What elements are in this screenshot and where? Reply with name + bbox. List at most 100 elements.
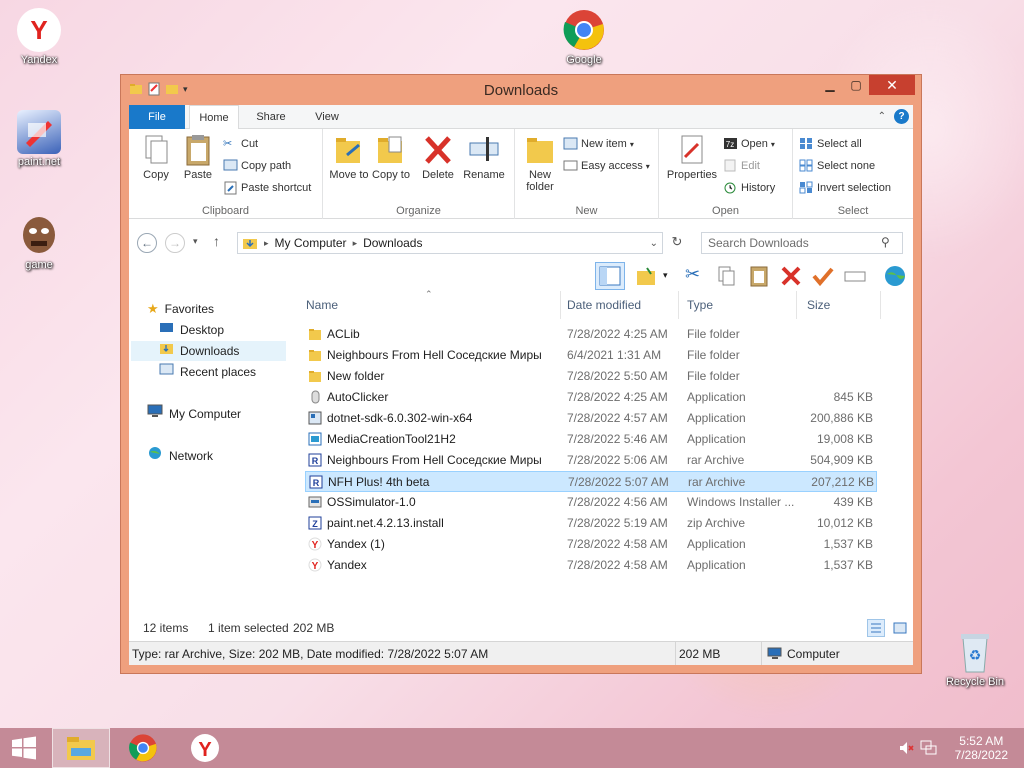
nav-recent-places[interactable]: Recent places xyxy=(159,362,256,382)
copy-path-button[interactable]: Copy path xyxy=(223,159,291,173)
file-row[interactable]: dotnet-sdk-6.0.302-win-x64 7/28/2022 4:57… xyxy=(305,408,877,429)
breadcrumb-my-computer[interactable]: My Computer xyxy=(275,236,347,250)
file-row[interactable]: Zpaint.net.4.2.13.install 7/28/2022 5:19 … xyxy=(305,513,877,534)
tab-file[interactable]: File xyxy=(129,105,185,129)
invert-selection-button[interactable]: Invert selection xyxy=(799,181,891,195)
rename-button[interactable]: Rename xyxy=(461,133,507,181)
chevron-up-icon[interactable]: ⌃ xyxy=(878,111,886,122)
taskbar-explorer[interactable] xyxy=(52,728,110,768)
file-row[interactable]: R NFH Plus! 4th beta 7/28/2022 5:07 AM rar … xyxy=(305,471,877,492)
taskbar-yandex[interactable]: Y xyxy=(176,728,234,768)
clock[interactable]: 5:52 AM 7/28/2022 xyxy=(955,734,1008,762)
selection-details: Type: rar Archive, Size: 202 MB, Date mo… xyxy=(132,647,489,661)
properties-button[interactable]: Properties xyxy=(663,133,721,181)
paste-tool-button[interactable] xyxy=(747,264,771,288)
paste-shortcut-button[interactable]: Paste shortcut xyxy=(223,181,311,195)
forward-button[interactable]: → xyxy=(165,233,185,253)
history-button[interactable]: History xyxy=(723,181,775,195)
file-row[interactable]: Neighbours From Hell Соседские Миры 6/4/2… xyxy=(305,345,877,366)
select-all-button[interactable]: Select all xyxy=(799,137,862,151)
search-input[interactable]: Search Downloads xyxy=(701,232,903,254)
network-tray-icon[interactable] xyxy=(920,740,938,759)
nav-network[interactable]: Network xyxy=(147,446,213,466)
delete-label: Delete xyxy=(422,169,454,181)
delete-tool-button[interactable] xyxy=(779,264,803,288)
address-bar[interactable]: ▸ My Computer ▸ Downloads ⌄ xyxy=(237,232,663,254)
history-label: History xyxy=(741,182,776,194)
tab-share[interactable]: Share xyxy=(249,105,293,129)
rename-tool-button[interactable] xyxy=(843,264,867,288)
easy-access-button[interactable]: Easy access ▾ xyxy=(563,159,650,173)
desktop-icon-recycle-bin[interactable]: ♻ Recycle Bin xyxy=(938,630,1012,688)
start-button[interactable] xyxy=(0,728,48,768)
clock-date: 7/28/2022 xyxy=(954,748,1008,762)
cut-button[interactable]: ✂ Cut xyxy=(223,137,258,151)
recent-locations-chevron-icon[interactable]: ▾ xyxy=(193,236,198,247)
help-icon[interactable]: ? xyxy=(894,109,909,124)
minimize-button[interactable]: ▁ xyxy=(817,75,843,95)
move-to-button[interactable]: Move to xyxy=(329,133,369,181)
paste-shortcut-label: Paste shortcut xyxy=(241,182,312,194)
file-row[interactable]: New folder 7/28/2022 5:50 AM File folder xyxy=(305,366,877,387)
recycle-bin-icon: ♻ xyxy=(953,630,997,674)
column-header-name[interactable]: Name xyxy=(305,291,561,319)
edit-button[interactable]: Edit xyxy=(723,159,760,173)
open-button[interactable]: 7z Open ▾ xyxy=(723,137,775,151)
chevron-down-icon[interactable]: ▾ xyxy=(663,270,668,281)
copy-to-button[interactable]: Copy to xyxy=(371,133,411,181)
location-label: Computer xyxy=(787,647,840,661)
desktop-icon-paintnet[interactable]: paint.net xyxy=(2,110,76,168)
globe-icon[interactable] xyxy=(883,264,907,288)
volume-muted-icon[interactable] xyxy=(898,740,914,759)
copy-tool-button[interactable] xyxy=(715,264,739,288)
nav-desktop[interactable]: Desktop xyxy=(159,320,224,340)
new-folder-button[interactable]: New folder xyxy=(521,133,559,193)
chrome-icon xyxy=(562,8,606,52)
desktop-icon-google[interactable]: Google xyxy=(547,8,621,66)
paste-button[interactable]: Paste xyxy=(181,133,215,181)
nav-label: Network xyxy=(169,449,214,463)
file-row[interactable]: OSSimulator-1.0 7/28/2022 4:56 AM Windows … xyxy=(305,492,877,513)
file-type: File folder xyxy=(687,327,740,341)
tab-view[interactable]: View xyxy=(305,105,349,129)
breadcrumb-downloads[interactable]: Downloads xyxy=(363,236,422,250)
select-none-button[interactable]: Select none xyxy=(799,159,875,173)
tab-home[interactable]: Home xyxy=(189,105,239,130)
folder-options-button[interactable] xyxy=(635,264,659,288)
maximize-button[interactable]: ▢ xyxy=(843,75,869,95)
select-all-label: Select all xyxy=(817,138,862,150)
search-icon[interactable]: ⚲ xyxy=(881,235,890,249)
file-row[interactable]: R Neighbours From Hell Соседские Миры 7/28… xyxy=(305,450,877,471)
nav-downloads[interactable]: Downloads xyxy=(131,341,286,361)
back-button[interactable]: ← xyxy=(137,233,157,253)
nav-favorites[interactable]: ★ Favorites xyxy=(147,299,214,319)
chevron-down-icon[interactable]: ⌄ xyxy=(650,238,658,249)
title-bar[interactable]: ▾ Downloads ▁ ▢ ✕ xyxy=(121,75,921,105)
column-header-date[interactable]: Date modified xyxy=(567,291,679,319)
close-button[interactable]: ✕ xyxy=(869,75,915,95)
desktop-icon-game[interactable]: game xyxy=(2,213,76,271)
svg-text:♻: ♻ xyxy=(969,647,982,663)
navigation-pane: ★ Favorites Desktop Downloads Recent plac… xyxy=(129,295,297,615)
large-icons-view-button[interactable] xyxy=(891,619,909,637)
file-row[interactable]: ACLib 7/28/2022 4:25 AM File folder xyxy=(305,324,877,345)
refresh-icon[interactable]: ↻ xyxy=(667,234,687,254)
file-row[interactable]: MediaCreationTool21H2 7/28/2022 5:46 AM Ap… xyxy=(305,429,877,450)
taskbar-chrome[interactable] xyxy=(114,728,172,768)
column-header-size[interactable]: Size xyxy=(807,291,881,319)
details-view-button[interactable] xyxy=(867,619,885,637)
nav-my-computer[interactable]: My Computer xyxy=(147,404,241,424)
copy-button[interactable]: Copy xyxy=(139,133,173,181)
preview-pane-button[interactable] xyxy=(595,262,625,290)
new-item-button[interactable]: New item ▾ xyxy=(563,137,634,151)
file-row[interactable]: AutoClicker 7/28/2022 4:25 AM Application 8… xyxy=(305,387,877,408)
file-type: Application xyxy=(687,411,746,425)
file-row[interactable]: Y Yandex (1) 7/28/2022 4:58 AM Application 1… xyxy=(305,534,877,555)
up-arrow-icon[interactable]: ↑ xyxy=(213,233,220,249)
cut-tool-button[interactable]: ✂ xyxy=(685,264,709,288)
column-header-type[interactable]: Type xyxy=(687,291,797,319)
file-row[interactable]: Y Yandex 7/28/2022 4:58 AM Application 1,537… xyxy=(305,555,877,576)
delete-button[interactable]: Delete xyxy=(419,133,457,181)
checkmark-tool-button[interactable] xyxy=(811,264,835,288)
desktop-icon-yandex[interactable]: Y Yandex xyxy=(2,8,76,66)
